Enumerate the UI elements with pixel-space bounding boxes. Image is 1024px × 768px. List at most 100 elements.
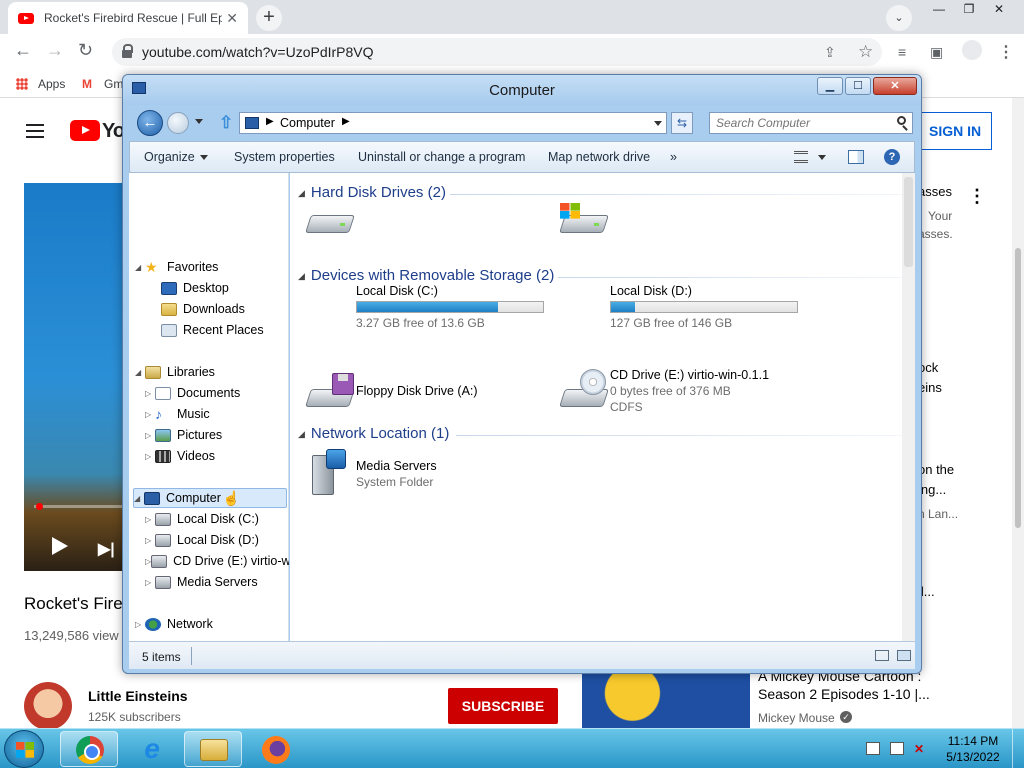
chrome-menu-icon[interactable]: ⋮ bbox=[998, 42, 1014, 62]
system-properties-button[interactable]: System properties bbox=[234, 150, 335, 164]
bookmark-apps[interactable]: Apps bbox=[38, 77, 65, 91]
details-view-icon[interactable] bbox=[875, 650, 889, 661]
share-icon[interactable]: ⇪ bbox=[824, 44, 836, 61]
explorer-search-box[interactable] bbox=[709, 112, 913, 134]
start-button[interactable] bbox=[4, 730, 44, 768]
taskbar-ie[interactable]: e bbox=[122, 731, 180, 767]
organize-button[interactable]: Organize bbox=[144, 150, 208, 164]
cd-name[interactable]: CD Drive (E:) virtio-win-0.1.1 bbox=[610, 368, 769, 382]
breadcrumb-chevron-icon[interactable]: ▶ bbox=[266, 116, 274, 127]
page-scrollbar[interactable] bbox=[1012, 98, 1024, 728]
collapse-arrow-icon[interactable]: ▷ bbox=[145, 452, 155, 461]
nav-cd-drive[interactable]: ▷ CD Drive (E:) virtio-w bbox=[145, 551, 289, 571]
collapse-arrow-icon[interactable]: ▷ bbox=[145, 431, 155, 440]
content-scrollbar[interactable] bbox=[902, 173, 915, 641]
more-commands-button[interactable]: » bbox=[670, 150, 677, 164]
sign-in-button[interactable]: SIGN IN bbox=[918, 112, 992, 150]
nav-recent-places[interactable]: Recent Places bbox=[161, 320, 264, 340]
system-clock[interactable]: 11:14 PM 5/13/2022 bbox=[940, 733, 1006, 765]
map-network-drive-button[interactable]: Map network drive bbox=[548, 150, 650, 164]
explorer-maximize-button[interactable]: ☐ bbox=[845, 77, 871, 95]
bookmark-gmail[interactable]: Gm bbox=[104, 77, 123, 91]
nav-local-disk-d[interactable]: ▷ Local Disk (D:) bbox=[145, 530, 259, 550]
action-center-flag-icon[interactable] bbox=[866, 742, 880, 755]
group-header-removable[interactable]: ◢ Devices with Removable Storage (2) bbox=[298, 267, 554, 284]
youtube-logo-text[interactable]: Yo bbox=[102, 120, 125, 143]
forward-button[interactable] bbox=[167, 112, 189, 134]
nav-pictures[interactable]: ▷ Pictures bbox=[145, 425, 222, 445]
volume-muted-icon[interactable]: ✕ bbox=[914, 742, 928, 756]
media-server-icon[interactable] bbox=[308, 449, 348, 497]
drive-c-name[interactable]: Local Disk (C:) bbox=[356, 284, 438, 298]
rec5-thumbnail[interactable] bbox=[582, 670, 750, 728]
nav-videos[interactable]: ▷ Videos bbox=[145, 446, 215, 466]
tab-close-icon[interactable]: ✕ bbox=[226, 10, 238, 27]
taskbar-chrome[interactable] bbox=[60, 731, 118, 767]
rec3-title-2[interactable]: ing... bbox=[918, 482, 946, 497]
breadcrumb-chevron-icon[interactable]: ▶ bbox=[342, 116, 350, 127]
collapse-arrow-icon[interactable]: ▷ bbox=[135, 620, 145, 629]
browser-tab-active[interactable]: Rocket's Firebird Rescue | Full Episode … bbox=[8, 2, 248, 34]
help-icon[interactable]: ? bbox=[884, 149, 900, 165]
expand-arrow-icon[interactable]: ◢ bbox=[135, 368, 145, 377]
nav-libraries[interactable]: ◢ Libraries bbox=[135, 362, 215, 382]
more-options-icon[interactable]: ⋮ bbox=[968, 186, 986, 207]
restore-button[interactable]: ❐ bbox=[956, 0, 982, 20]
nav-desktop[interactable]: Desktop bbox=[161, 278, 229, 298]
subscribe-button[interactable]: SUBSCRIBE bbox=[448, 688, 558, 724]
back-arrow-icon[interactable]: ← bbox=[14, 40, 32, 61]
hard-drive-c-icon[interactable] bbox=[305, 203, 355, 237]
nav-computer[interactable]: ◢ Computer ☝ bbox=[133, 488, 287, 508]
nav-music[interactable]: ▷ ♪ Music bbox=[145, 404, 210, 424]
refresh-button[interactable]: ⇆ bbox=[671, 112, 693, 134]
minimize-button[interactable]: — bbox=[926, 0, 952, 20]
large-icons-view-icon[interactable] bbox=[897, 650, 911, 661]
floppy-name[interactable]: Floppy Disk Drive (A:) bbox=[356, 384, 478, 398]
gmail-icon[interactable]: M bbox=[82, 77, 92, 91]
back-button[interactable]: ← bbox=[137, 110, 163, 136]
cd-drive-icon[interactable] bbox=[559, 369, 609, 411]
drive-d-name[interactable]: Local Disk (D:) bbox=[610, 284, 692, 298]
rec5-title-2[interactable]: Season 2 Episodes 1-10 |... bbox=[758, 686, 930, 702]
address-dropdown-icon[interactable] bbox=[654, 121, 662, 126]
profile-avatar-icon[interactable] bbox=[962, 40, 982, 60]
up-arrow-icon[interactable]: ⇧ bbox=[219, 113, 233, 133]
rec3-title-1[interactable]: on the bbox=[918, 462, 954, 477]
recent-pages-dropdown-icon[interactable] bbox=[195, 119, 203, 124]
preview-pane-icon[interactable] bbox=[848, 150, 864, 164]
collapse-arrow-icon[interactable]: ▷ bbox=[145, 536, 155, 545]
group-header-network[interactable]: ◢ Network Location (1) bbox=[298, 425, 449, 442]
search-icon[interactable] bbox=[897, 116, 906, 125]
hamburger-menu-icon[interactable] bbox=[26, 124, 44, 138]
group-header-hdd[interactable]: ◢ Hard Disk Drives (2) bbox=[298, 184, 446, 201]
apps-grid-icon[interactable] bbox=[16, 78, 28, 90]
expand-arrow-icon[interactable]: ◢ bbox=[134, 494, 144, 503]
rec5-channel[interactable]: Mickey Mouse bbox=[758, 711, 835, 725]
explorer-close-button[interactable]: ✕ bbox=[873, 77, 917, 95]
address-text[interactable]: Computer bbox=[280, 116, 335, 130]
group-collapse-icon[interactable]: ◢ bbox=[298, 271, 305, 282]
group-collapse-icon[interactable]: ◢ bbox=[298, 429, 305, 440]
reload-icon[interactable]: ↻ bbox=[78, 40, 93, 61]
media-servers-name[interactable]: Media Servers bbox=[356, 459, 437, 473]
address-bar[interactable]: youtube.com/watch?v=UzoPdIrP8VQ ⇪ ☆ bbox=[112, 38, 882, 66]
bookmark-star-icon[interactable]: ☆ bbox=[858, 42, 873, 62]
uninstall-program-button[interactable]: Uninstall or change a program bbox=[358, 150, 525, 164]
nav-favorites[interactable]: ◢ ★ Favorites bbox=[135, 257, 218, 277]
nav-documents[interactable]: ▷ Documents bbox=[145, 383, 240, 403]
nav-media-servers[interactable]: ▷ Media Servers bbox=[145, 572, 258, 592]
channel-name[interactable]: Little Einsteins bbox=[88, 688, 188, 704]
change-view-icon[interactable] bbox=[794, 151, 808, 163]
collapse-arrow-icon[interactable]: ▷ bbox=[145, 410, 155, 419]
collapse-arrow-icon[interactable]: ▷ bbox=[145, 515, 155, 524]
video-player[interactable]: ▶| bbox=[24, 183, 134, 571]
nav-network[interactable]: ▷ Network bbox=[135, 614, 213, 634]
hard-drive-d-icon[interactable] bbox=[559, 203, 609, 237]
channel-avatar[interactable] bbox=[24, 682, 72, 728]
rec1-title-1[interactable]: asses bbox=[918, 184, 952, 199]
explorer-titlebar[interactable]: Computer ▁ ☐ ✕ bbox=[123, 75, 921, 105]
video-progress-bar[interactable] bbox=[34, 505, 134, 508]
group-collapse-icon[interactable]: ◢ bbox=[298, 188, 305, 199]
forward-arrow-icon[interactable]: → bbox=[46, 40, 64, 61]
explorer-minimize-button[interactable]: ▁ bbox=[817, 77, 843, 95]
